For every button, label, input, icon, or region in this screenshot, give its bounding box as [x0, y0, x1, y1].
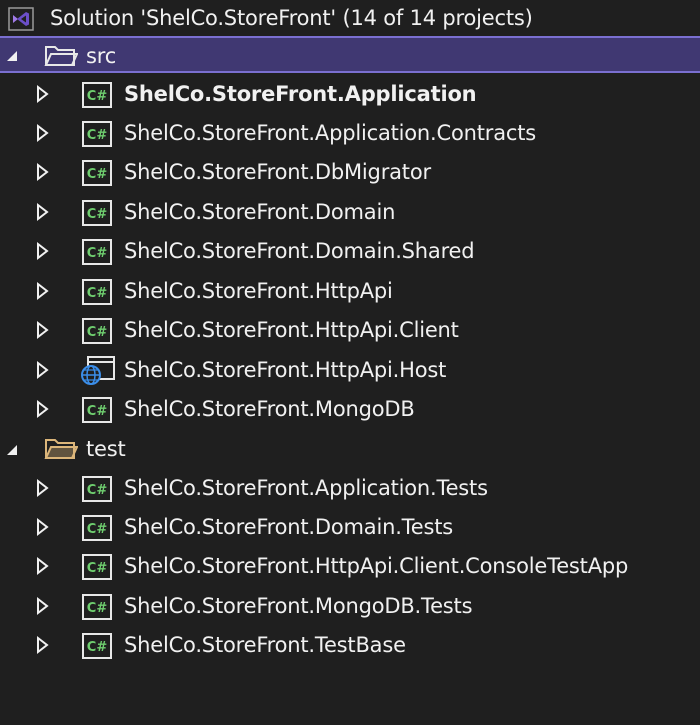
project-label: ShelCo.StoreFront.Domain — [124, 200, 396, 224]
svg-text:C#: C# — [87, 601, 108, 616]
csharp-project-icon: C# — [82, 397, 112, 423]
project-node[interactable]: C# ShelCo.StoreFront.Domain.Shared — [0, 233, 700, 270]
project-node[interactable]: C# ShelCo.StoreFront.HttpApi — [0, 273, 700, 310]
collapsed-arrow-icon[interactable] — [36, 360, 50, 380]
project-node[interactable]: C# ShelCo.StoreFront.TestBase — [0, 627, 700, 664]
solution-explorer-tree: Solution 'ShelCo.StoreFront' (14 of 14 p… — [0, 0, 700, 725]
svg-text:C#: C# — [87, 522, 108, 537]
project-label: ShelCo.StoreFront.HttpApi.Host — [124, 358, 447, 382]
csharp-project-icon: C# — [82, 554, 112, 580]
folder-open-icon — [44, 437, 78, 461]
project-node[interactable]: C# ShelCo.StoreFront.Domain — [0, 194, 700, 231]
csharp-project-icon: C# — [82, 594, 112, 620]
collapsed-arrow-icon[interactable] — [36, 556, 50, 576]
svg-text:C#: C# — [87, 483, 108, 498]
project-label: ShelCo.StoreFront.DbMigrator — [124, 160, 431, 184]
csharp-project-icon: C# — [82, 82, 112, 108]
svg-text:C#: C# — [87, 167, 108, 182]
project-label: ShelCo.StoreFront.MongoDB.Tests — [124, 594, 473, 618]
svg-text:C#: C# — [87, 325, 108, 340]
project-node[interactable]: ShelCo.StoreFront.HttpApi.Host — [0, 352, 700, 389]
csharp-project-icon: C# — [82, 633, 112, 659]
project-label: ShelCo.StoreFront.Application.Tests — [124, 476, 488, 500]
collapsed-arrow-icon[interactable] — [36, 202, 50, 222]
folder-open-icon — [44, 44, 78, 68]
project-node[interactable]: C# ShelCo.StoreFront.HttpApi.Client.Cons… — [0, 548, 700, 585]
project-node[interactable]: C# ShelCo.StoreFront.Domain.Tests — [0, 509, 700, 546]
project-label: ShelCo.StoreFront.HttpApi.Client — [124, 318, 459, 342]
csharp-project-icon: C# — [82, 318, 112, 344]
expanded-arrow-icon[interactable] — [4, 439, 18, 459]
project-label: ShelCo.StoreFront.HttpApi — [124, 279, 393, 303]
folder-label: src — [86, 44, 117, 68]
project-label: ShelCo.StoreFront.Application.Contracts — [124, 121, 536, 145]
project-node[interactable]: C# ShelCo.StoreFront.Application — [0, 76, 700, 113]
collapsed-arrow-icon[interactable] — [36, 281, 50, 301]
folder-test[interactable]: test — [0, 431, 700, 468]
csharp-project-icon: C# — [82, 515, 112, 541]
project-node[interactable]: C# ShelCo.StoreFront.HttpApi.Client — [0, 312, 700, 349]
svg-text:C#: C# — [87, 640, 108, 655]
collapsed-arrow-icon[interactable] — [36, 84, 50, 104]
folder-label: test — [86, 437, 126, 461]
collapsed-arrow-icon[interactable] — [36, 241, 50, 261]
collapsed-arrow-icon[interactable] — [36, 320, 50, 340]
collapsed-arrow-icon[interactable] — [36, 399, 50, 419]
collapsed-arrow-icon[interactable] — [36, 123, 50, 143]
project-node[interactable]: C# ShelCo.StoreFront.DbMigrator — [0, 154, 700, 191]
expanded-arrow-icon[interactable] — [4, 45, 18, 65]
collapsed-arrow-icon[interactable] — [36, 596, 50, 616]
csharp-project-icon: C# — [82, 279, 112, 305]
web-project-icon — [80, 356, 116, 386]
project-node[interactable]: C# ShelCo.StoreFront.MongoDB — [0, 391, 700, 428]
visual-studio-solution-icon — [8, 7, 34, 31]
svg-text:C#: C# — [87, 128, 108, 143]
svg-text:C#: C# — [87, 207, 108, 222]
csharp-project-icon: C# — [82, 239, 112, 265]
project-node[interactable]: C# ShelCo.StoreFront.MongoDB.Tests — [0, 588, 700, 625]
csharp-project-icon: C# — [82, 200, 112, 226]
collapsed-arrow-icon[interactable] — [36, 162, 50, 182]
csharp-project-icon: C# — [82, 121, 112, 147]
csharp-project-icon: C# — [82, 160, 112, 186]
solution-label: Solution 'ShelCo.StoreFront' (14 of 14 p… — [50, 6, 533, 30]
svg-text:C#: C# — [87, 246, 108, 261]
project-label: ShelCo.StoreFront.Application — [124, 82, 477, 106]
svg-text:C#: C# — [87, 89, 108, 104]
project-label: ShelCo.StoreFront.Domain.Shared — [124, 239, 475, 263]
project-label: ShelCo.StoreFront.HttpApi.Client.Console… — [124, 554, 629, 578]
project-label: ShelCo.StoreFront.TestBase — [124, 633, 406, 657]
solution-node[interactable]: Solution 'ShelCo.StoreFront' (14 of 14 p… — [0, 0, 700, 37]
svg-text:C#: C# — [87, 561, 108, 576]
collapsed-arrow-icon[interactable] — [36, 635, 50, 655]
svg-text:C#: C# — [87, 286, 108, 301]
project-label: ShelCo.StoreFront.Domain.Tests — [124, 515, 453, 539]
collapsed-arrow-icon[interactable] — [36, 517, 50, 537]
svg-text:C#: C# — [87, 404, 108, 419]
csharp-project-icon: C# — [82, 476, 112, 502]
project-label: ShelCo.StoreFront.MongoDB — [124, 397, 415, 421]
folder-src[interactable]: src — [0, 36, 700, 73]
collapsed-arrow-icon[interactable] — [36, 478, 50, 498]
project-node[interactable]: C# ShelCo.StoreFront.Application.Tests — [0, 470, 700, 507]
project-node[interactable]: C# ShelCo.StoreFront.Application.Contrac… — [0, 115, 700, 152]
